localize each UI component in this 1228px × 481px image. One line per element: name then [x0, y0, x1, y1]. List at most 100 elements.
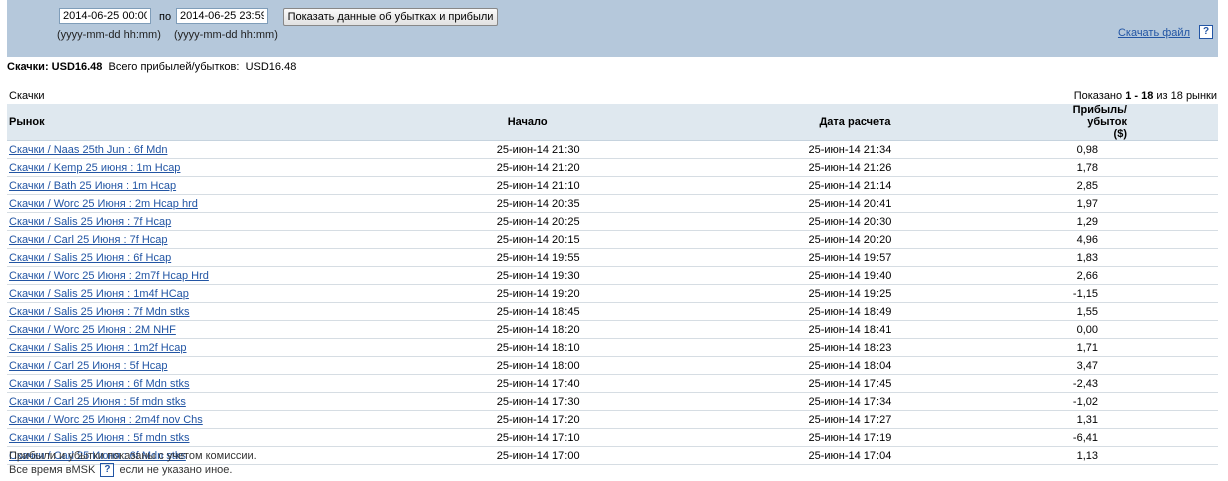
market-link[interactable]: Скачки / Worc 25 Июня : 2m4f nov Chs [9, 414, 203, 426]
date-from-input[interactable] [59, 8, 151, 24]
timezone-note-prefix: Все время вMSK [9, 463, 96, 476]
market-link[interactable]: Скачки / Naas 25th Jun : 6f Mdn [9, 144, 167, 156]
profit-loss-cell: 1,55 [1072, 302, 1218, 321]
market-link[interactable]: Скачки / Salis 25 Июня : 1m4f HCap [9, 288, 189, 300]
settled-time-cell: 25-июн-14 17:19 [760, 428, 1073, 447]
start-time-cell: 25-июн-14 19:55 [371, 248, 761, 267]
settled-time-cell: 25-июн-14 17:04 [760, 446, 1073, 465]
date-from-format-hint: (yyyy-mm-dd hh:mm) [57, 29, 161, 41]
start-time-cell: 25-июн-14 18:20 [371, 320, 761, 339]
market-cell: Скачки / Worc 25 Июня : 2M NHF [7, 320, 372, 339]
table-row: Скачки / Bath 25 Июня : 1m Hcap 25-июн-14… [7, 176, 1218, 195]
settled-time-cell: 25-июн-14 20:41 [760, 194, 1073, 213]
commission-note: Прибыли и убытки показаны с учетом комис… [9, 450, 257, 462]
market-cell: Скачки / Worc 25 Июня : 2m4f nov Chs [7, 410, 372, 429]
date-to-format-hint: (yyyy-mm-dd hh:mm) [174, 29, 278, 41]
market-link[interactable]: Скачки / Worc 25 Июня : 2m7f Hcap Hrd [9, 270, 209, 282]
market-link[interactable]: Скачки / Carl 25 Июня : 5f mdn stks [9, 396, 186, 408]
profit-loss-cell: -1,15 [1072, 284, 1218, 303]
table-row: Скачки / Salis 25 Июня : 6f Mdn stks 25-и… [7, 374, 1218, 393]
market-cell: Скачки / Salis 25 Июня : 5f mdn stks [7, 428, 372, 447]
profit-loss-cell: 1,13 [1072, 446, 1218, 465]
header-profit-loss[interactable]: Прибыль/убыток ($) [1072, 104, 1218, 141]
market-link[interactable]: Скачки / Bath 25 Июня : 1m Hcap [9, 180, 176, 192]
header-settled[interactable]: Дата расчета [760, 104, 1073, 141]
market-cell: Скачки / Salis 25 Июня : 1m2f Hcap [7, 338, 372, 357]
date-to-input[interactable] [176, 8, 268, 24]
market-cell: Скачки / Salis 25 Июня : 1m4f HCap [7, 284, 372, 303]
profit-loss-cell: 1,83 [1072, 248, 1218, 267]
profit-loss-cell: 0,00 [1072, 320, 1218, 339]
table-row: Скачки / Salis 25 Июня : 7f Mdn stks 25-и… [7, 302, 1218, 321]
settled-time-cell: 25-июн-14 19:40 [760, 266, 1073, 285]
start-time-cell: 25-июн-14 20:25 [371, 212, 761, 231]
market-link[interactable]: Скачки / Salis 25 Июня : 7f Mdn stks [9, 306, 190, 318]
profit-loss-cell: 2,85 [1072, 176, 1218, 195]
header-start[interactable]: Начало [371, 104, 761, 141]
timezone-note: Все время вMSK ? если не указано иное. [9, 463, 232, 477]
show-profit-loss-button[interactable]: Показать данные об убытках и прибыли [283, 8, 498, 26]
settled-time-cell: 25-июн-14 19:25 [760, 284, 1073, 303]
market-cell: Скачки / Salis 25 Июня : 6f Hcap [7, 248, 372, 267]
profit-loss-cell: 1,29 [1072, 212, 1218, 231]
total-label: Всего прибылей/убытков: [108, 61, 240, 73]
help-icon[interactable]: ? [100, 463, 115, 477]
download-file-link[interactable]: Скачать файл [1118, 27, 1190, 39]
market-cell: Скачки / Salis 25 Июня : 7f Mdn stks [7, 302, 372, 321]
start-time-cell: 25-июн-14 21:10 [371, 176, 761, 195]
start-time-cell: 25-июн-14 17:00 [371, 446, 761, 465]
market-cell: Скачки / Carl 25 Июня : 7f Hcap [7, 230, 372, 249]
to-label: по [159, 11, 172, 23]
header-market[interactable]: Рынок [7, 104, 372, 141]
profit-loss-cell: -6,41 [1072, 428, 1218, 447]
market-cell: Скачки / Worc 25 Июня : 2m Hcap hrd [7, 194, 372, 213]
help-icon[interactable]: ? [1199, 25, 1213, 39]
start-time-cell: 25-июн-14 17:30 [371, 392, 761, 411]
market-cell: Скачки / Bath 25 Июня : 1m Hcap [7, 176, 372, 195]
table-row: Скачки / Worc 25 Июня : 2m4f nov Chs 25-и… [7, 410, 1218, 429]
profit-loss-cell: 1,78 [1072, 158, 1218, 177]
start-time-cell: 25-июн-14 20:15 [371, 230, 761, 249]
market-link[interactable]: Скачки / Salis 25 Июня : 5f mdn stks [9, 432, 190, 444]
profit-loss-cell: 3,47 [1072, 356, 1218, 375]
settled-time-cell: 25-июн-14 17:27 [760, 410, 1073, 429]
profit-loss-cell: 2,66 [1072, 266, 1218, 285]
settled-time-cell: 25-июн-14 21:34 [760, 140, 1073, 159]
market-link[interactable]: Скачки / Carl 25 Июня : 7f Hcap [9, 234, 168, 246]
pagination-prefix: Показано [1073, 90, 1123, 102]
settled-time-cell: 25-июн-14 18:04 [760, 356, 1073, 375]
settled-time-cell: 25-июн-14 20:20 [760, 230, 1073, 249]
start-time-cell: 25-июн-14 17:20 [371, 410, 761, 429]
table-row: Скачки / Salis 25 Июня : 1m2f Hcap 25-июн… [7, 338, 1218, 357]
market-link[interactable]: Скачки / Salis 25 Июня : 6f Hcap [9, 252, 171, 264]
market-cell: Скачки / Carl 25 Июня : 5f Hcap [7, 356, 372, 375]
table-header-row: Рынок Начало Дата расчета Прибыль/убыток… [7, 104, 1218, 141]
start-time-cell: 25-июн-14 17:40 [371, 374, 761, 393]
market-cell: Скачки / Kemp 25 июня : 1m Hcap [7, 158, 372, 177]
market-link[interactable]: Скачки / Salis 25 Июня : 7f Hcap [9, 216, 171, 228]
settled-time-cell: 25-июн-14 17:34 [760, 392, 1073, 411]
table-row: Скачки / Carl 25 Июня : 5f mdn stks 25-ию… [7, 392, 1218, 411]
market-link[interactable]: Скачки / Carl 25 Июня : 5f Hcap [9, 360, 168, 372]
total-value: USD16.48 [245, 61, 297, 73]
market-cell: Скачки / Salis 25 Июня : 7f Hcap [7, 212, 372, 231]
start-time-cell: 25-июн-14 21:30 [371, 140, 761, 159]
market-cell: Скачки / Worc 25 Июня : 2m7f Hcap Hrd [7, 266, 372, 285]
market-link[interactable]: Скачки / Worc 25 Июня : 2M NHF [9, 324, 176, 336]
start-time-cell: 25-июн-14 20:35 [371, 194, 761, 213]
start-time-cell: 25-июн-14 17:10 [371, 428, 761, 447]
table-row: Скачки / Carl 25 Июня : 5f Hcap 25-июн-14… [7, 356, 1218, 375]
market-link[interactable]: Скачки / Kemp 25 июня : 1m Hcap [9, 162, 180, 174]
profit-loss-cell: -1,02 [1072, 392, 1218, 411]
start-time-cell: 25-июн-14 21:20 [371, 158, 761, 177]
market-link[interactable]: Скачки / Salis 25 Июня : 6f Mdn stks [9, 378, 190, 390]
pagination-suffix: из 18 рынки [1156, 90, 1217, 102]
start-time-cell: 25-июн-14 18:00 [371, 356, 761, 375]
table-row: Скачки / Naas 25th Jun : 6f Mdn 25-июн-14… [7, 140, 1218, 159]
table-row: Скачки / Carl 25 Июня : 7f Hcap 25-июн-14… [7, 230, 1218, 249]
start-time-cell: 25-июн-14 19:30 [371, 266, 761, 285]
profit-loss-cell: -2,43 [1072, 374, 1218, 393]
table-row: Скачки / Worc 25 Июня : 2m Hcap hrd 25-ию… [7, 194, 1218, 213]
market-link[interactable]: Скачки / Salis 25 Июня : 1m2f Hcap [9, 342, 186, 354]
market-link[interactable]: Скачки / Worc 25 Июня : 2m Hcap hrd [9, 198, 198, 210]
